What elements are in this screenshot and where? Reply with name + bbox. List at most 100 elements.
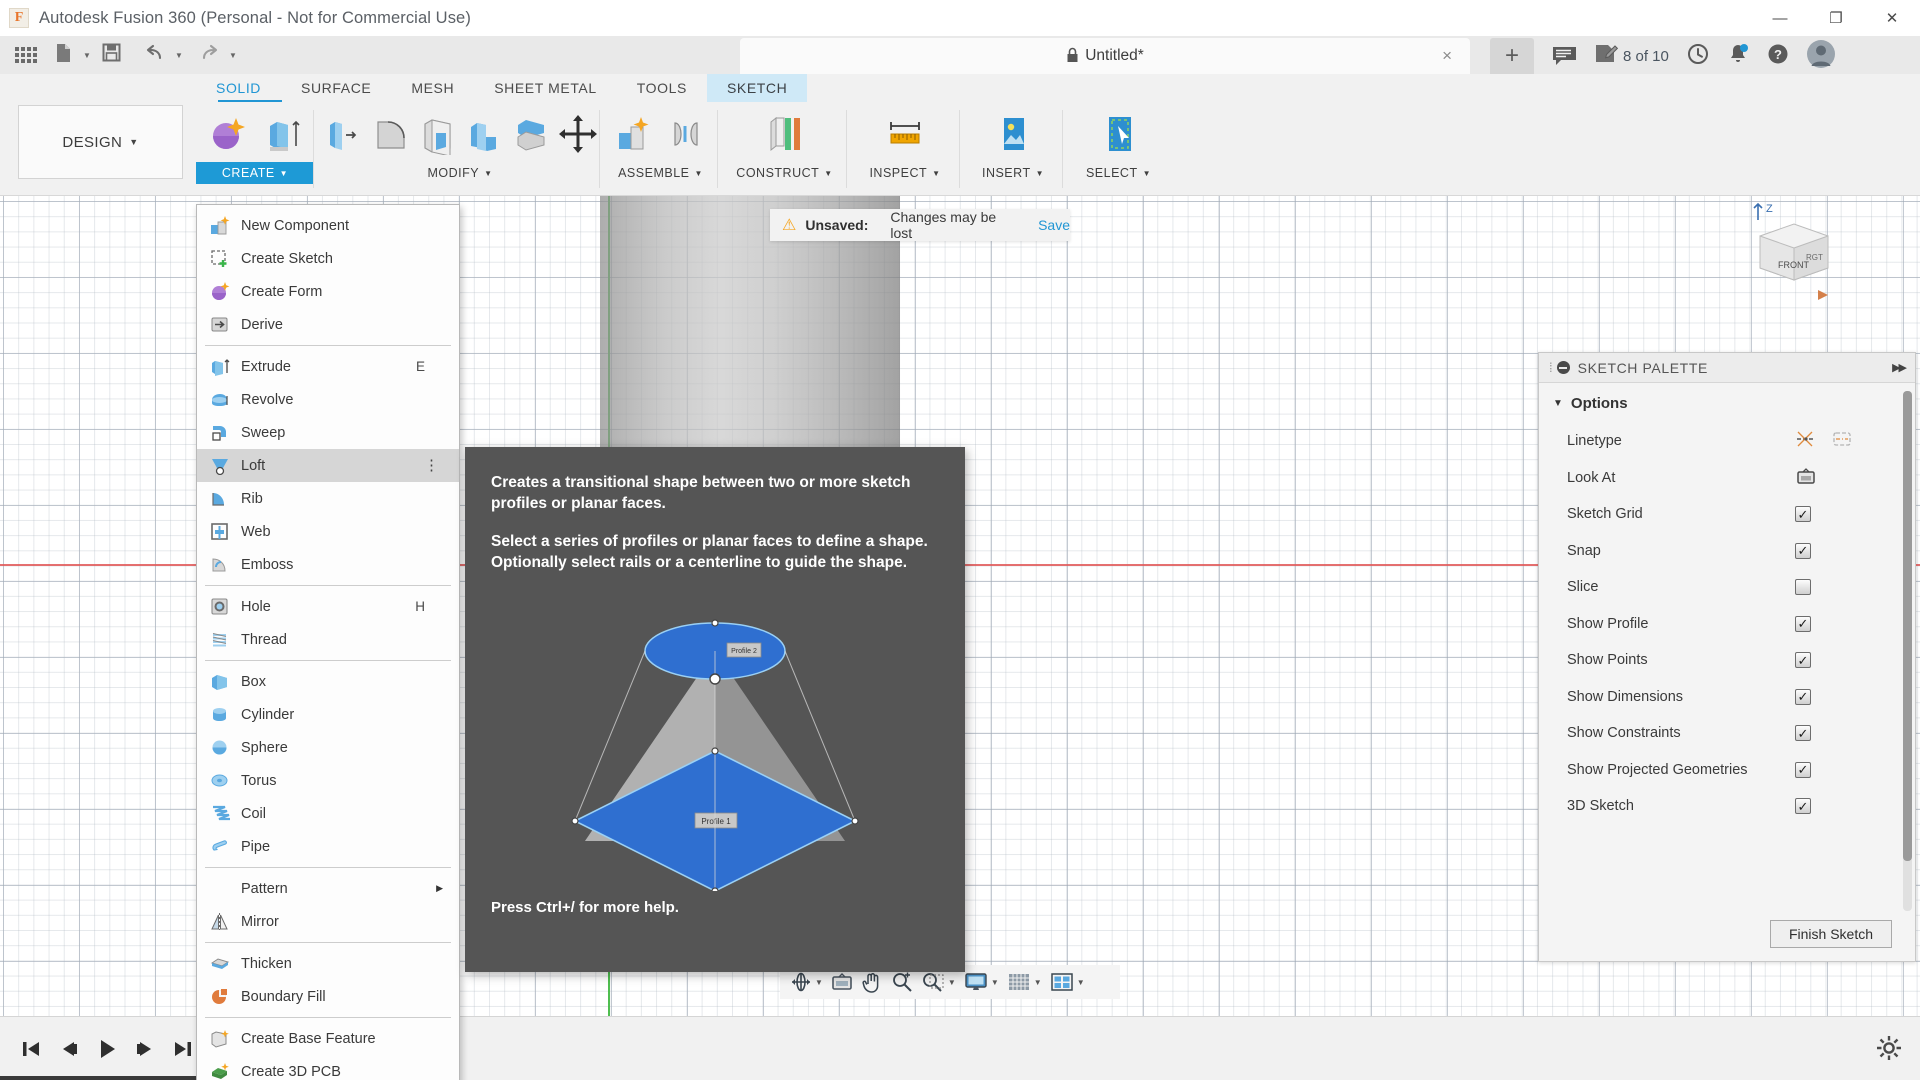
- menu-item-sweep[interactable]: Sweep: [197, 416, 459, 449]
- maximize-button[interactable]: ❐: [1808, 0, 1864, 36]
- menu-item-emboss[interactable]: Emboss: [197, 548, 459, 581]
- new-component-button[interactable]: [608, 106, 660, 162]
- move-copy-button[interactable]: [555, 106, 600, 162]
- redo-button[interactable]: [192, 40, 226, 70]
- menu-item-web[interactable]: Web: [197, 515, 459, 548]
- undo-button[interactable]: [138, 40, 172, 70]
- go-to-beginning-button[interactable]: [12, 1038, 50, 1060]
- options-section-header[interactable]: ▼ Options: [1539, 383, 1915, 423]
- shell-button[interactable]: [414, 106, 459, 162]
- menu-item-create-sketch[interactable]: Create Sketch: [197, 242, 459, 275]
- press-pull-button[interactable]: [320, 106, 365, 162]
- create-group-label[interactable]: CREATE ▼: [196, 162, 314, 184]
- menu-item-create-form[interactable]: Create Form: [197, 275, 459, 308]
- joint-button[interactable]: [662, 106, 714, 162]
- menu-item-sphere[interactable]: Sphere: [197, 731, 459, 764]
- menu-item-torus[interactable]: Torus: [197, 764, 459, 797]
- menu-item-cylinder[interactable]: Cylinder: [197, 698, 459, 731]
- user-avatar-button[interactable]: [1800, 38, 1842, 74]
- expand-panel-icon[interactable]: ▶▶: [1892, 361, 1905, 374]
- show-projected-geometries-checkbox[interactable]: ✓: [1795, 762, 1811, 778]
- menu-item-loft[interactable]: Loft ⋮: [197, 449, 459, 482]
- edit-jobs-button[interactable]: 8 of 10: [1588, 38, 1676, 74]
- construction-line-icon[interactable]: [1795, 429, 1817, 453]
- menu-item-overflow-icon[interactable]: ⋮: [424, 462, 439, 470]
- menu-item-box[interactable]: Box: [197, 665, 459, 698]
- close-button[interactable]: ✕: [1864, 0, 1920, 36]
- tab-solid[interactable]: SOLID: [196, 74, 281, 102]
- tab-surface[interactable]: SURFACE: [281, 74, 391, 102]
- menu-item-revolve[interactable]: Revolve: [197, 383, 459, 416]
- menu-item-rib[interactable]: Rib: [197, 482, 459, 515]
- show-dimensions-checkbox[interactable]: ✓: [1795, 689, 1811, 705]
- play-button[interactable]: [88, 1037, 126, 1061]
- measure-button[interactable]: [879, 106, 931, 162]
- app-grid-button[interactable]: [6, 40, 46, 70]
- menu-item-new-component[interactable]: New Component: [197, 209, 459, 242]
- tab-sketch[interactable]: SKETCH: [707, 74, 807, 102]
- menu-item-boundary-fill[interactable]: Boundary Fill: [197, 980, 459, 1013]
- new-file-button[interactable]: [46, 40, 80, 70]
- show-profile-checkbox[interactable]: ✓: [1795, 616, 1811, 632]
- extrude-button[interactable]: [256, 106, 308, 162]
- display-settings-button[interactable]: ▼: [960, 967, 1003, 997]
- tab-mesh[interactable]: MESH: [391, 74, 474, 102]
- menu-item-mirror[interactable]: Mirror: [197, 905, 459, 938]
- combine-button[interactable]: [461, 106, 506, 162]
- undo-caret[interactable]: ▼: [172, 40, 186, 70]
- select-tool-button[interactable]: [1093, 106, 1145, 162]
- menu-item-pattern[interactable]: Pattern ▶: [197, 872, 459, 905]
- menu-item-extrude[interactable]: Extrude E: [197, 350, 459, 383]
- insert-group-label[interactable]: INSERT ▼: [963, 162, 1063, 184]
- menu-item-coil[interactable]: Coil: [197, 797, 459, 830]
- sketch-grid-checkbox[interactable]: ✓: [1795, 506, 1811, 522]
- create-form-button[interactable]: [202, 106, 254, 162]
- document-tab[interactable]: Untitled* ×: [740, 38, 1470, 74]
- drag-grip-icon[interactable]: ⁞: [1549, 360, 1553, 375]
- slice-checkbox[interactable]: [1795, 579, 1811, 595]
- show-constraints-checkbox[interactable]: ✓: [1795, 725, 1811, 741]
- save-button[interactable]: [94, 40, 128, 70]
- split-face-button[interactable]: [508, 106, 553, 162]
- 3d-sketch-checkbox[interactable]: ✓: [1795, 798, 1811, 814]
- workspace-selector[interactable]: DESIGN ▼: [18, 105, 183, 179]
- menu-item-derive[interactable]: Derive: [197, 308, 459, 341]
- palette-scrollbar[interactable]: [1903, 391, 1912, 911]
- view-cube[interactable]: Z FRONT RGT: [1750, 198, 1880, 318]
- inspect-group-label[interactable]: INSPECT ▼: [850, 162, 960, 184]
- tab-tools[interactable]: TOOLS: [617, 74, 707, 102]
- snap-checkbox[interactable]: ✓: [1795, 543, 1811, 559]
- modify-group-label[interactable]: MODIFY ▼: [320, 162, 600, 184]
- menu-item-create-base-feature[interactable]: Create Base Feature: [197, 1022, 459, 1055]
- offset-plane-button[interactable]: [759, 106, 811, 162]
- insert-image-button[interactable]: [987, 106, 1039, 162]
- menu-item-pipe[interactable]: Pipe: [197, 830, 459, 863]
- viewports-button[interactable]: ▼: [1046, 967, 1089, 997]
- minimize-button[interactable]: —: [1752, 0, 1808, 36]
- centerline-icon[interactable]: [1831, 429, 1853, 453]
- close-document-button[interactable]: ×: [1442, 46, 1452, 66]
- look-at-icon[interactable]: [1795, 466, 1817, 490]
- grid-snaps-button[interactable]: ▼: [1003, 967, 1046, 997]
- comment-icon[interactable]: [1545, 38, 1584, 74]
- menu-item-thicken[interactable]: Thicken: [197, 947, 459, 980]
- menu-item-hole[interactable]: Hole H: [197, 590, 459, 623]
- tab-sheet-metal[interactable]: SHEET METAL: [474, 74, 617, 102]
- step-back-button[interactable]: [50, 1038, 88, 1060]
- show-points-checkbox[interactable]: ✓: [1795, 652, 1811, 668]
- step-forward-button[interactable]: [126, 1038, 164, 1060]
- help-button[interactable]: ?: [1760, 38, 1796, 74]
- menu-item-create-3d-pcb[interactable]: Create 3D PCB: [197, 1055, 459, 1080]
- notifications-button[interactable]: [1720, 38, 1756, 74]
- collapse-icon[interactable]: [1557, 361, 1570, 374]
- select-group-label[interactable]: SELECT ▼: [1066, 162, 1171, 184]
- construct-group-label[interactable]: CONSTRUCT ▼: [722, 162, 847, 184]
- timeline-settings-button[interactable]: [1876, 1035, 1902, 1066]
- fillet-button[interactable]: [367, 106, 412, 162]
- assemble-group-label[interactable]: ASSEMBLE ▼: [603, 162, 718, 184]
- finish-sketch-button[interactable]: Finish Sketch: [1770, 920, 1892, 948]
- new-document-tab-button[interactable]: +: [1490, 38, 1534, 74]
- save-link[interactable]: Save: [1038, 217, 1070, 233]
- new-file-caret[interactable]: ▼: [80, 40, 94, 70]
- job-history-button[interactable]: [1680, 38, 1716, 74]
